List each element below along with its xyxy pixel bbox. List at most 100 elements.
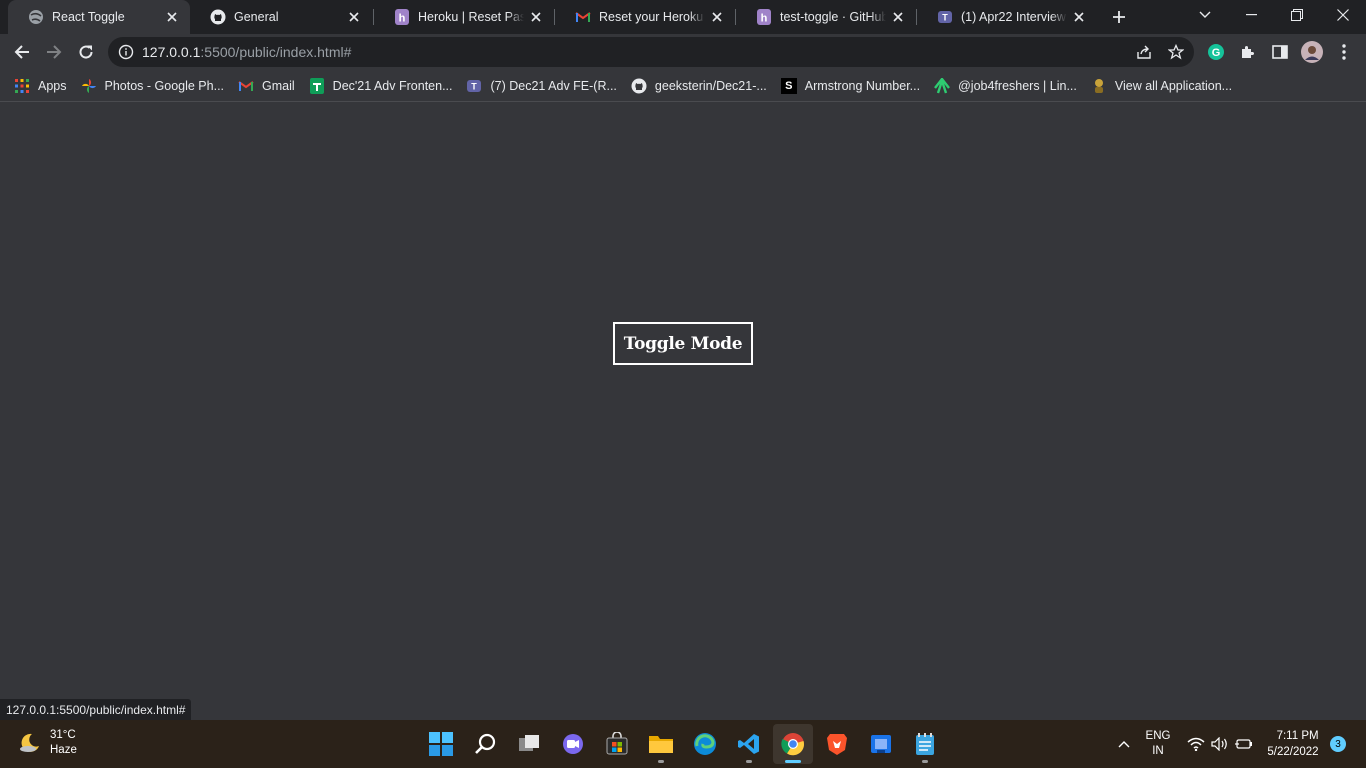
- bookmark-star-icon[interactable]: [1164, 37, 1188, 67]
- close-icon[interactable]: [164, 9, 180, 25]
- clock-date: 5/22/2022: [1267, 746, 1319, 758]
- taskbar-notepad[interactable]: [905, 724, 945, 764]
- bookmark-label: geeksterin/Dec21-...: [654, 78, 767, 93]
- tab-general[interactable]: General: [190, 0, 372, 34]
- close-icon[interactable]: [1071, 9, 1087, 25]
- taskbar-file-explorer[interactable]: [641, 724, 681, 764]
- close-window-button[interactable]: [1320, 0, 1366, 30]
- close-icon[interactable]: [528, 9, 544, 25]
- svg-text:h: h: [761, 13, 768, 25]
- close-icon[interactable]: [346, 9, 362, 25]
- notepad-icon: [916, 733, 934, 755]
- chrome-icon: [781, 733, 805, 756]
- globe-icon: [28, 9, 44, 25]
- taskbar-search-button[interactable]: [465, 724, 505, 764]
- taskbar-edge[interactable]: [685, 724, 725, 764]
- bookmark-job4freshers[interactable]: @job4freshers | Lin...: [934, 72, 1085, 100]
- tab-react-toggle[interactable]: React Toggle: [8, 0, 190, 34]
- taskbar-store[interactable]: [597, 724, 637, 764]
- taskbar-brave[interactable]: [817, 724, 857, 764]
- reload-button[interactable]: [72, 38, 100, 66]
- folder-icon: [649, 736, 673, 753]
- toggle-mode-button[interactable]: Toggle Mode: [613, 322, 753, 365]
- tab-title: React Toggle: [52, 10, 125, 24]
- tab-heroku-reset[interactable]: h Heroku | Reset Password: [374, 0, 554, 34]
- back-button[interactable]: [8, 38, 36, 66]
- tab-title: Reset your Heroku password: [599, 10, 705, 24]
- grammarly-icon[interactable]: G: [1204, 40, 1228, 64]
- chevron-down-icon: [1199, 11, 1211, 18]
- heroku-icon: h: [756, 9, 772, 25]
- minimize-icon: [1245, 14, 1257, 16]
- close-icon: [1337, 9, 1349, 21]
- google-photos-icon: [81, 78, 97, 94]
- svg-text:h: h: [399, 13, 406, 25]
- bookmark-label: @job4freshers | Lin...: [958, 78, 1077, 93]
- reload-icon: [79, 45, 93, 59]
- wifi-icon[interactable]: [1184, 720, 1208, 768]
- tab-search-button[interactable]: [1182, 0, 1228, 30]
- info-icon[interactable]: [118, 44, 134, 60]
- arrow-right-icon: [47, 45, 62, 59]
- bookmark-view-applications[interactable]: View all Application...: [1091, 72, 1240, 100]
- volume-icon[interactable]: [1208, 720, 1232, 768]
- bookmark-label: (7) Dec21 Adv FE-(R...: [490, 78, 617, 93]
- bookmark-label: Apps: [38, 78, 67, 93]
- svg-text:G: G: [1212, 47, 1221, 59]
- extensions-icon[interactable]: [1236, 40, 1260, 64]
- store-icon: [606, 732, 628, 755]
- bookmark-label: Photos - Google Ph...: [104, 78, 225, 93]
- arrow-left-icon: [14, 45, 29, 59]
- bookmark-dec21-frontend[interactable]: Dec'21 Adv Fronten...: [309, 72, 461, 100]
- menu-kebab-icon[interactable]: [1332, 40, 1356, 64]
- system-clock[interactable]: 7:11 PM 5/22/2022: [1262, 720, 1324, 768]
- google-sheets-icon: [309, 77, 325, 94]
- clock-time: 7:11 PM: [1276, 730, 1319, 742]
- s-logo-icon: S: [780, 77, 797, 94]
- notification-badge[interactable]: 3: [1330, 736, 1346, 752]
- url-text: 127.0.0.1:5500/public/index.html#: [142, 44, 352, 60]
- minimize-button[interactable]: [1228, 0, 1274, 30]
- windows-logo-icon: [429, 732, 453, 756]
- taskbar-chrome[interactable]: [773, 724, 813, 764]
- bookmark-armstrong-number[interactable]: S Armstrong Number...: [780, 72, 928, 100]
- job4freshers-icon: [934, 77, 951, 94]
- application-icon: [1091, 78, 1107, 94]
- blue-app-icon: [871, 735, 891, 753]
- plus-icon: [1113, 11, 1125, 23]
- tab-gmail-reset[interactable]: Reset your Heroku password: [555, 0, 735, 34]
- region-code: IN: [1152, 745, 1164, 757]
- bookmark-apps[interactable]: Apps: [14, 72, 75, 100]
- tab-interview-prep[interactable]: T (1) Apr22 Interview Prep: [917, 0, 1097, 34]
- tab-test-toggle[interactable]: h test-toggle · GitHub | Heroku: [736, 0, 916, 34]
- tab-title: test-toggle · GitHub | Heroku: [780, 10, 886, 24]
- close-icon[interactable]: [890, 9, 906, 25]
- weather-widget[interactable]: 31°C Haze: [18, 728, 77, 758]
- language-indicator[interactable]: ENG IN: [1140, 720, 1176, 768]
- bookmark-dec21-adv-fe[interactable]: T (7) Dec21 Adv FE-(R...: [466, 72, 624, 100]
- new-tab-button[interactable]: [1108, 6, 1130, 28]
- svg-text:T: T: [942, 13, 948, 23]
- task-view-icon: [519, 735, 539, 751]
- close-icon[interactable]: [709, 9, 725, 25]
- bookmark-geeksterin[interactable]: geeksterin/Dec21-...: [631, 72, 775, 100]
- address-bar[interactable]: 127.0.0.1:5500/public/index.html#: [108, 37, 1194, 67]
- side-panel-icon[interactable]: [1268, 40, 1292, 64]
- bookmark-label: Gmail: [262, 78, 295, 93]
- restore-button[interactable]: [1274, 0, 1320, 30]
- taskbar-chat[interactable]: [553, 724, 593, 764]
- share-icon[interactable]: [1132, 37, 1156, 67]
- forward-button[interactable]: [40, 38, 68, 66]
- bookmark-google-photos[interactable]: Photos - Google Ph...: [81, 72, 233, 100]
- battery-icon[interactable]: [1232, 720, 1256, 768]
- task-view-button[interactable]: [509, 724, 549, 764]
- taskbar-app-blue[interactable]: [861, 724, 901, 764]
- bookmarks-bar: Apps Photos - Google Ph... Gmail Dec'21 …: [0, 70, 1366, 102]
- gmail-icon: [238, 78, 254, 94]
- profile-avatar[interactable]: [1300, 40, 1324, 64]
- show-hidden-icons-button[interactable]: [1112, 720, 1136, 768]
- start-button[interactable]: [421, 724, 461, 764]
- bookmark-gmail[interactable]: Gmail: [238, 72, 303, 100]
- bookmark-label: Armstrong Number...: [804, 78, 921, 93]
- taskbar-vscode[interactable]: [729, 724, 769, 764]
